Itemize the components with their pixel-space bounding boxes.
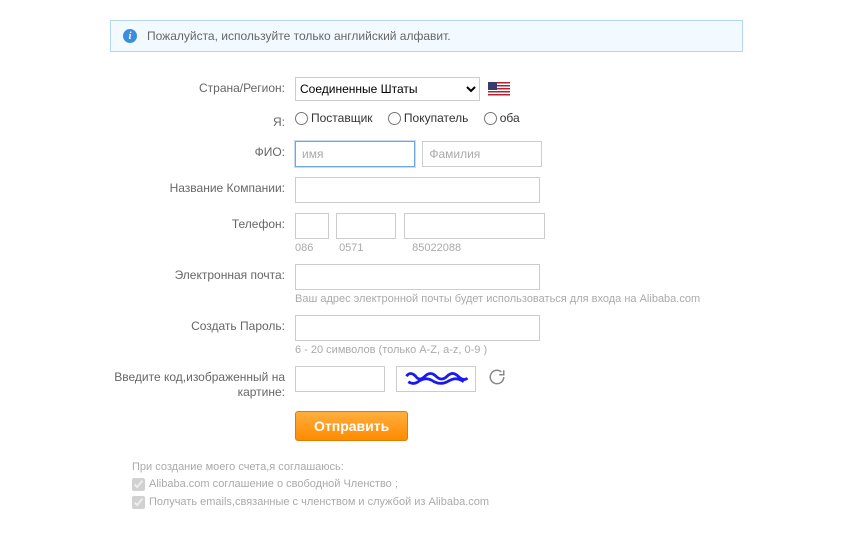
country-select[interactable]: Соединенные Штаты [295, 77, 480, 101]
label-country: Страна/Регион: [110, 77, 295, 97]
label-phone: Телефон: [110, 213, 295, 233]
label-email: Электронная почта: [110, 264, 295, 284]
email-input[interactable] [295, 264, 540, 290]
label-role: Я: [110, 111, 295, 131]
last-name-input[interactable] [422, 141, 542, 167]
first-name-input[interactable] [295, 141, 415, 167]
info-banner-text: Пожалуйста, используйте только английски… [147, 29, 451, 43]
submit-button[interactable]: Отправить [295, 411, 408, 441]
password-hint: 6 - 20 символов (только A-Z, a-z, 0-9 ) [295, 344, 743, 356]
radio-both[interactable] [484, 112, 497, 125]
refresh-icon[interactable] [488, 368, 506, 389]
agreement-text-1: Alibaba.com соглашение о свободной Членс… [149, 478, 398, 490]
label-company: Название Компании: [110, 177, 295, 197]
phone-country-code-input[interactable] [295, 213, 329, 239]
agreement-intro: При создание моего счета,я соглашаюсь: [132, 459, 743, 477]
flag-icon [488, 82, 510, 97]
info-icon: i [123, 29, 137, 43]
radio-supplier-label[interactable]: Поставщик [295, 111, 376, 125]
phone-num-hint: 85022088 [412, 242, 461, 254]
captcha-image [396, 366, 476, 392]
agreement-checkbox-1[interactable] [132, 478, 145, 491]
info-banner: i Пожалуйста, используйте только английс… [110, 20, 743, 52]
radio-buyer[interactable] [388, 112, 401, 125]
company-input[interactable] [295, 177, 540, 203]
label-name: ФИО: [110, 141, 295, 161]
label-password: Создать Пароль: [110, 315, 295, 335]
phone-cc-hint: 086 [295, 242, 329, 254]
radio-buyer-label[interactable]: Покупатель [388, 111, 472, 125]
agreement-checkbox-2[interactable] [132, 496, 145, 509]
phone-area-code-input[interactable] [336, 213, 396, 239]
phone-number-input[interactable] [404, 213, 545, 239]
agreement-text-2: Получать emails,связанные с членством и … [149, 496, 489, 508]
email-hint: Ваш адрес электронной почты будет исполь… [295, 293, 743, 305]
captcha-input[interactable] [295, 366, 385, 392]
label-captcha: Введите код,изображенный на картине: [110, 366, 295, 401]
phone-area-hint: 0571 [339, 242, 399, 254]
radio-both-label[interactable]: оба [484, 111, 520, 125]
radio-supplier[interactable] [295, 112, 308, 125]
password-input[interactable] [295, 315, 540, 341]
